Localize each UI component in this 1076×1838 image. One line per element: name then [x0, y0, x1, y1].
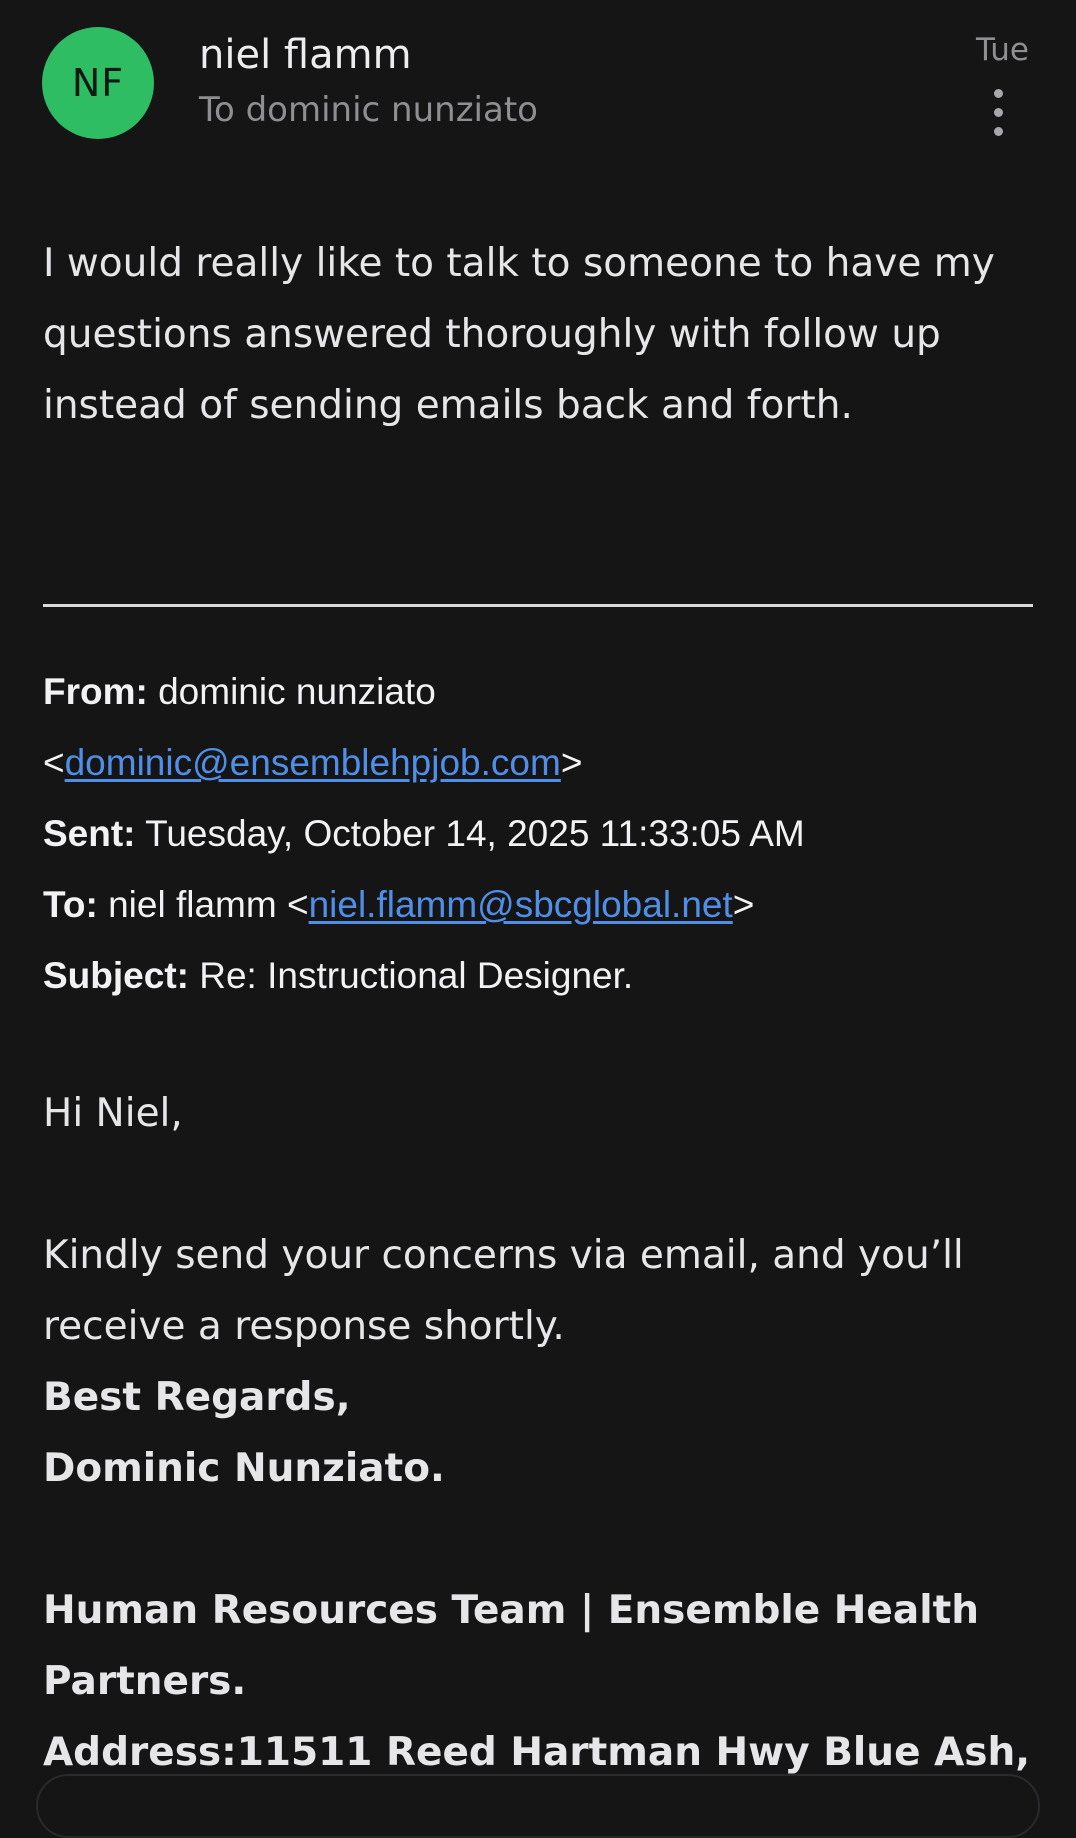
sent-label: Sent: — [43, 813, 136, 854]
quote-divider — [43, 604, 1033, 607]
bottom-action-bar[interactable] — [36, 1774, 1040, 1838]
signature-team: Human Resources Team | Ensemble Health P… — [43, 1588, 979, 1704]
closing: Best Regards, — [43, 1375, 351, 1420]
subject-label: Subject: — [43, 955, 189, 996]
from-email-link[interactable]: dominic@ensemblehpjob.com — [65, 742, 561, 783]
quoted-from-line: From: dominic nunziato — [43, 656, 1043, 727]
from-label: From: — [43, 671, 148, 712]
message-header: NF niel flamm To dominic nunziato Tue — [0, 0, 1076, 170]
quoted-message-header: From: dominic nunziato <dominic@ensemble… — [43, 656, 1043, 1011]
quoted-message-body: Hi Niel, Kindly send your concerns via e… — [43, 1078, 1043, 1788]
quoted-subject-line: Subject: Re: Instructional Designer. — [43, 940, 1043, 1011]
sender-name[interactable]: niel flamm — [199, 32, 412, 78]
sent-value: Tuesday, October 14, 2025 11:33:05 AM — [145, 813, 805, 854]
avatar-initials: NF — [71, 61, 125, 105]
to-label: To: — [43, 884, 98, 925]
quoted-sent-line: Sent: Tuesday, October 14, 2025 11:33:05… — [43, 798, 1043, 869]
from-name: dominic nunziato — [158, 671, 436, 712]
message-text: Kindly send your concerns via email, and… — [43, 1233, 964, 1349]
recipient-line[interactable]: To dominic nunziato — [199, 90, 538, 130]
to-email-link[interactable]: niel.flamm@sbcglobal.net — [309, 884, 733, 925]
greeting: Hi Niel, — [43, 1091, 183, 1136]
quoted-to-line: To: niel flamm <niel.flamm@sbcglobal.net… — [43, 884, 755, 925]
reply-body: I would really like to talk to someone t… — [43, 228, 1033, 441]
more-vertical-icon[interactable] — [978, 82, 1018, 142]
to-name: niel flamm — [108, 884, 277, 925]
quoted-from-email-line: <dominic@ensemblehpjob.com> — [43, 742, 583, 783]
message-date: Tue — [976, 32, 1029, 68]
reply-text: I would really like to talk to someone t… — [43, 241, 995, 428]
sender-avatar[interactable]: NF — [42, 27, 154, 139]
subject-value: Re: Instructional Designer. — [199, 955, 634, 996]
signature-name: Dominic Nunziato. — [43, 1446, 445, 1491]
